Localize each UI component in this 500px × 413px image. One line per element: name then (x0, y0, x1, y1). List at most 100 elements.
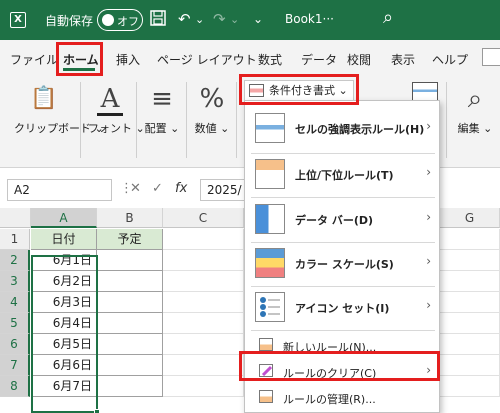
tab-view[interactable]: 表示 (391, 51, 415, 68)
tab-home[interactable]: ホーム (63, 51, 99, 68)
number-group[interactable]: % 数値 ⌄ (192, 82, 232, 136)
cell-b1[interactable]: 予定 (97, 229, 163, 250)
cell-c8[interactable] (163, 376, 244, 397)
cancel-icon[interactable]: ✕ (130, 181, 141, 196)
toggle-knob (102, 13, 114, 26)
menu-item-manage-rules[interactable]: ルールの管理(R)... (245, 384, 441, 410)
cell-g5[interactable] (440, 313, 500, 334)
cell-c3[interactable] (163, 271, 244, 292)
row-header[interactable]: 1 (0, 229, 30, 250)
schedule-cell[interactable] (97, 292, 163, 313)
function-icon[interactable]: fx (175, 181, 187, 196)
column-header-a[interactable]: A (31, 208, 97, 228)
redo-dropdown-icon[interactable]: ⌄ (230, 13, 239, 26)
number-label: 数値 ⌄ (194, 122, 230, 135)
cell-g8[interactable] (440, 376, 500, 397)
chevron-right-icon: › (426, 254, 431, 268)
menu-item-highlight-cells-rules[interactable]: セルの強調表示ルール(H) › (245, 109, 441, 149)
cell-c7[interactable] (163, 355, 244, 376)
tab-review[interactable]: 校閲 (347, 51, 371, 68)
cell-a1[interactable]: 日付 (31, 229, 97, 250)
row-header[interactable]: 7 (0, 355, 30, 376)
cell-c1[interactable] (163, 229, 244, 250)
row-header[interactable]: 8 (0, 376, 30, 397)
tab-help[interactable]: ヘルプ (432, 51, 468, 68)
schedule-cell[interactable] (97, 376, 163, 397)
new-rule-icon (259, 338, 273, 351)
cell-g4[interactable] (440, 292, 500, 313)
tab-file[interactable]: ファイル (10, 51, 58, 68)
font-group[interactable]: A フォント ⌄ (88, 82, 145, 136)
ribbon-divider (80, 82, 81, 158)
row-header[interactable]: 5 (0, 313, 30, 334)
autosave-toggle[interactable]: オフ (97, 9, 143, 31)
row-header[interactable]: 6 (0, 334, 30, 355)
font-icon: A (97, 82, 123, 116)
conditional-formatting-label: 条件付き書式 ⌄ (269, 84, 348, 97)
search-icon[interactable]: ⌕ (383, 7, 393, 28)
cell-g2[interactable] (440, 250, 500, 271)
enter-icon[interactable]: ✓ (152, 181, 163, 196)
date-cell[interactable]: 6月2日 (31, 271, 97, 292)
menu-item-new-rule[interactable]: 新しいルール(N)... (245, 332, 441, 358)
schedule-cell[interactable] (97, 271, 163, 292)
tab-insert[interactable]: 挿入 (116, 51, 140, 68)
undo-icon[interactable]: ↶ (178, 10, 191, 28)
menu-item-color-scales[interactable]: カラー スケール(S) › (245, 242, 441, 282)
name-box[interactable]: A2 (7, 179, 112, 201)
date-cell[interactable]: 6月1日 (31, 250, 97, 271)
comments-icon[interactable] (482, 48, 500, 66)
cell-c6[interactable] (163, 334, 244, 355)
manage-rules-icon (259, 390, 273, 403)
cell-c2[interactable] (163, 250, 244, 271)
select-all-corner[interactable] (0, 208, 31, 228)
document-name[interactable]: Book1··· (285, 12, 334, 26)
column-header-g[interactable]: G (440, 208, 500, 228)
menu-item-clear-rules[interactable]: ルールのクリア(C) › (245, 358, 441, 384)
schedule-cell[interactable] (97, 334, 163, 355)
save-icon[interactable] (150, 10, 166, 30)
row-header[interactable]: 4 (0, 292, 30, 313)
clipboard-label: クリップボード ⌄ (14, 122, 104, 135)
top-bottom-rules-icon (255, 159, 285, 189)
quick-access-more-icon[interactable]: ⌄ (253, 12, 263, 26)
cell-c5[interactable] (163, 313, 244, 334)
menu-item-label: 新しいルール(N)... (283, 341, 377, 354)
tab-data[interactable]: データ (301, 51, 337, 68)
clipboard-group[interactable]: 📋 クリップボード ⌄ (14, 82, 104, 136)
date-cell[interactable]: 6月3日 (31, 292, 97, 313)
tab-page-layout[interactable]: ページ レイアウト (157, 51, 257, 68)
row-header[interactable]: 2 (0, 250, 30, 271)
date-cell[interactable]: 6月7日 (31, 376, 97, 397)
schedule-cell[interactable] (97, 313, 163, 334)
editing-label: 編集 ⌄ (457, 122, 493, 135)
row-header[interactable]: 3 (0, 271, 30, 292)
ribbon-divider (236, 82, 237, 158)
redo-icon[interactable]: ↷ (213, 10, 226, 28)
date-cell[interactable]: 6月5日 (31, 334, 97, 355)
cell-g6[interactable] (440, 334, 500, 355)
alignment-group[interactable]: ≡ 配置 ⌄ (142, 82, 182, 136)
tab-formulas[interactable]: 数式 (258, 51, 282, 68)
menu-item-label: ルールの管理(R)... (283, 393, 376, 406)
column-header-c[interactable]: C (163, 208, 244, 228)
cell-c4[interactable] (163, 292, 244, 313)
column-header-b[interactable]: B (97, 208, 163, 228)
date-cell[interactable]: 6月6日 (31, 355, 97, 376)
cell-g1[interactable] (440, 229, 500, 250)
cell-g7[interactable] (440, 355, 500, 376)
date-cell[interactable]: 6月4日 (31, 313, 97, 334)
percent-icon: % (199, 84, 225, 114)
menu-item-icon-sets[interactable]: アイコン セット(I) › (245, 286, 441, 326)
chevron-right-icon: › (426, 119, 431, 133)
conditional-formatting-button[interactable]: 条件付き書式 ⌄ (244, 80, 354, 102)
formula-input[interactable]: 2025/ (200, 179, 250, 201)
menu-item-data-bars[interactable]: データ バー(D) › (245, 198, 441, 238)
schedule-cell[interactable] (97, 355, 163, 376)
cell-g3[interactable] (440, 271, 500, 292)
schedule-cell[interactable] (97, 250, 163, 271)
menu-item-top-bottom-rules[interactable]: 上位/下位ルール(T) › (245, 153, 441, 193)
undo-dropdown-icon[interactable]: ⌄ (195, 13, 204, 26)
editing-group[interactable]: ⌕ 編集 ⌄ (455, 82, 495, 136)
fill-handle[interactable] (94, 409, 100, 413)
